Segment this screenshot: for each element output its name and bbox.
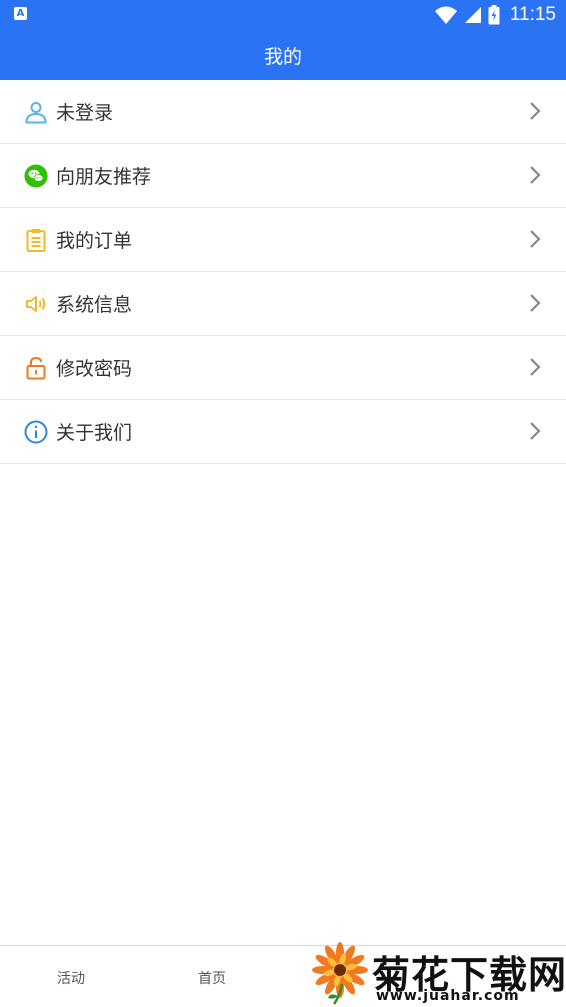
chevron-right-icon xyxy=(530,230,541,248)
watermark-url: www.juahar.com xyxy=(376,988,520,1004)
cell-signal-icon xyxy=(464,7,481,23)
user-icon xyxy=(24,100,48,124)
menu-item-change-password[interactable]: 修改密码 xyxy=(0,336,566,400)
chevron-right-icon xyxy=(530,102,541,120)
app-notification-icon: A xyxy=(14,7,27,20)
menu-item-label: 我的订单 xyxy=(56,230,133,252)
battery-icon xyxy=(488,5,500,25)
chevron-right-icon xyxy=(530,358,541,376)
menu-item-label: 向朋友推荐 xyxy=(56,166,152,188)
menu-item-label: 修改密码 xyxy=(56,358,133,380)
flower-logo-icon xyxy=(312,942,368,1005)
menu-item-about-us[interactable]: 关于我们 xyxy=(0,400,566,464)
chevron-right-icon xyxy=(530,422,541,440)
info-icon xyxy=(24,420,48,444)
app-header: 我的 xyxy=(0,30,566,80)
site-watermark: 菊花下载网 www.juahar.com xyxy=(310,940,566,1006)
menu-item-label: 关于我们 xyxy=(56,422,133,444)
menu-item-orders[interactable]: 我的订单 xyxy=(0,208,566,272)
wifi-icon xyxy=(434,6,457,24)
clipboard-icon xyxy=(24,228,48,252)
status-bar: A 11:15 xyxy=(0,0,566,30)
chevron-right-icon xyxy=(530,294,541,312)
menu-item-label: 系统信息 xyxy=(56,294,133,316)
chevron-right-icon xyxy=(530,166,541,184)
unlock-icon xyxy=(24,356,48,380)
tab-activity[interactable]: 活动 xyxy=(31,968,111,988)
menu-item-system-info[interactable]: 系统信息 xyxy=(0,272,566,336)
status-indicators: 11:15 xyxy=(434,3,556,27)
profile-menu: 未登录 向朋友推荐 我的订单 系统信息 修改密码 关于我们 xyxy=(0,80,566,464)
tab-home[interactable]: 首页 xyxy=(172,968,252,988)
menu-item-login[interactable]: 未登录 xyxy=(0,80,566,144)
clock: 11:15 xyxy=(509,4,556,25)
speaker-icon xyxy=(24,292,48,316)
page-title: 我的 xyxy=(263,45,302,68)
menu-item-recommend[interactable]: 向朋友推荐 xyxy=(0,144,566,208)
menu-item-label: 未登录 xyxy=(56,102,114,124)
wechat-icon xyxy=(24,164,48,188)
